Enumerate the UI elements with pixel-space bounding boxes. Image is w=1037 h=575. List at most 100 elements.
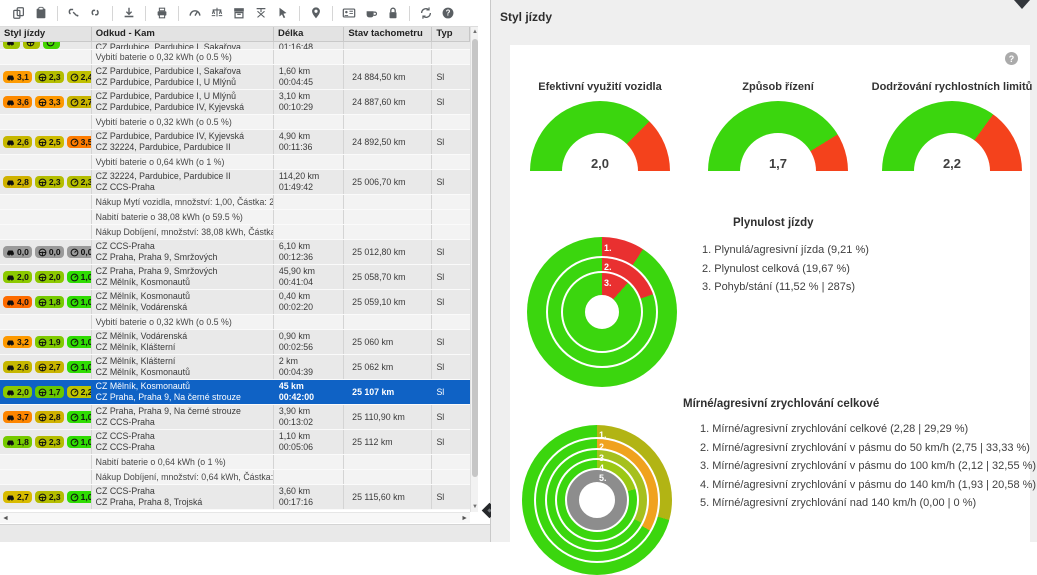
lock-icon[interactable] xyxy=(382,3,404,23)
driving-style-badge: 2,3 xyxy=(35,436,64,448)
trip-distance: 3,90 km xyxy=(279,406,343,417)
route-to: CZ Mělník, Kosmonautů xyxy=(96,367,273,378)
column-header-3[interactable]: Délka xyxy=(274,27,344,41)
horizontal-scrollbar[interactable]: ◄ ► xyxy=(0,512,470,523)
column-header-1[interactable]: Styl jízdy xyxy=(0,27,92,41)
event-row[interactable]: Vybití baterie o 0,32 kWh (o 0.5 %) xyxy=(0,115,470,130)
trip-row[interactable]: 3,63,32,7CZ Pardubice, Pardubice I, U Ml… xyxy=(0,90,470,115)
odometer-cell: 24 887,60 km xyxy=(344,90,432,114)
event-row[interactable]: Nákup Dobíjení, množství: 0,64 kWh, Část… xyxy=(0,470,470,485)
route-cell: CZ CCS-PrahaCZ CCS-Praha xyxy=(92,430,274,454)
column-header-5[interactable]: Typ xyxy=(432,27,470,41)
scales-icon[interactable] xyxy=(206,3,228,23)
trip-row[interactable]: 1,82,31,0CZ CCS-PrahaCZ CCS-Praha1,10 km… xyxy=(0,430,470,455)
collapse-panel-icon[interactable] xyxy=(1014,0,1030,9)
trip-row[interactable]: 0,00,00,0CZ CCS-PrahaCZ Praha, Praha 9, … xyxy=(0,240,470,265)
style-badges-cell: 1,82,31,0 xyxy=(0,430,92,454)
badge-value: 1,0 xyxy=(81,337,92,347)
event-text: Nabití baterie o 38,08 kWh (o 59.5 %) xyxy=(92,210,274,224)
route-to: CZ Mělník, Klášterní xyxy=(96,342,273,353)
signal-mast-icon[interactable] xyxy=(250,3,272,23)
trip-row[interactable]: 2,02,01,0CZ Praha, Praha 9, SmržovýchCZ … xyxy=(0,265,470,290)
trip-distance: 2 km xyxy=(279,356,343,367)
event-row[interactable]: Vybití baterie o 0,32 kWh (o 0.5 %) xyxy=(0,315,470,330)
badge-value: 1,9 xyxy=(49,337,61,347)
trip-distance: 4,90 km xyxy=(279,131,343,142)
trip-row[interactable]: 3,21,91,0CZ Mělník, VodárenskáCZ Mělník,… xyxy=(0,330,470,355)
archive-box-icon[interactable] xyxy=(228,3,250,23)
type-cell: Sl xyxy=(432,430,470,454)
badge-value: 3,7 xyxy=(17,412,29,422)
trip-row[interactable]: CZ Pardubice, Pardubice I, Sakařova 01:16… xyxy=(0,42,470,50)
map-pin-icon[interactable] xyxy=(305,3,327,23)
route-from: CZ Pardubice, Pardubice I, Sakařova xyxy=(96,66,273,77)
column-header-2[interactable]: Odkud - Kam xyxy=(92,27,274,41)
driving-style-badge: 2,6 xyxy=(3,361,32,373)
route-to: CZ Mělník, Kosmonautů xyxy=(96,277,273,288)
trip-row-selected[interactable]: 2,01,72,2CZ Mělník, KosmonautůCZ Praha, … xyxy=(0,380,470,405)
event-row[interactable]: Vybití baterie o 0,32 kWh (o 0.5 %) xyxy=(0,50,470,65)
gauge-chart: 2,0 xyxy=(530,101,670,171)
help-icon[interactable]: ? xyxy=(1005,52,1018,65)
link-add-icon[interactable] xyxy=(63,3,85,23)
driving-style-badge: 1,0 xyxy=(67,436,92,448)
print-icon[interactable] xyxy=(151,3,173,23)
link-icon[interactable] xyxy=(85,3,107,23)
speedometer-icon[interactable] xyxy=(184,3,206,23)
event-row[interactable]: Nákup Dobíjení, množství: 38,08 kWh, Čás… xyxy=(0,225,470,240)
cursor-click-icon[interactable] xyxy=(272,3,294,23)
ring-label: 2. xyxy=(599,442,607,452)
trip-row[interactable]: 2,62,71,0CZ Mělník, KlášterníCZ Mělník, … xyxy=(0,355,470,380)
trip-distance: 3,60 km xyxy=(279,486,343,497)
download-icon[interactable] xyxy=(118,3,140,23)
coffee-cup-icon[interactable] xyxy=(360,3,382,23)
trip-duration: 00:13:02 xyxy=(279,417,343,428)
route-cell: CZ Pardubice, Pardubice I, Sakařova xyxy=(92,42,274,49)
empty-cell xyxy=(0,225,92,239)
empty-cell xyxy=(0,115,92,129)
driving-style-badge: 4,0 xyxy=(3,296,32,308)
help-icon[interactable]: ? xyxy=(437,3,459,23)
trip-row[interactable]: 4,01,81,0CZ Mělník, KosmonautůCZ Mělník,… xyxy=(0,290,470,315)
event-row[interactable]: Vybití baterie o 0,64 kWh (o 1 %) xyxy=(0,155,470,170)
trip-row[interactable]: 2,62,53,5CZ Pardubice, Pardubice IV, Kyj… xyxy=(0,130,470,155)
empty-cell xyxy=(344,155,432,169)
scroll-down-icon[interactable]: ▼ xyxy=(471,503,479,511)
empty-cell xyxy=(432,470,470,484)
event-row[interactable]: Nákup Mytí vozidla, množství: 1,00, Část… xyxy=(0,195,470,210)
driving-style-badge: 0,0 xyxy=(3,246,32,258)
gauge-value: 2,2 xyxy=(882,156,1022,171)
scroll-up-icon[interactable]: ▲ xyxy=(471,28,479,36)
empty-cell xyxy=(432,195,470,209)
sync-settings-icon[interactable] xyxy=(415,3,437,23)
trip-row[interactable]: 2,82,32,3CZ 32224, Pardubice, Pardubice … xyxy=(0,170,470,195)
route-from: CZ Praha, Praha 9, Na černé strouze xyxy=(96,406,273,417)
route-to: CZ Praha, Praha 8, Trojská xyxy=(96,497,273,508)
paste-icon[interactable] xyxy=(30,3,52,23)
scroll-left-icon[interactable]: ◄ xyxy=(2,514,9,523)
copy-icon[interactable] xyxy=(8,3,30,23)
route-from: CZ 32224, Pardubice, Pardubice II xyxy=(96,171,273,182)
length-cell: 4,90 km00:11:36 xyxy=(274,130,344,154)
id-card-icon[interactable] xyxy=(338,3,360,23)
vertical-scrollbar[interactable]: ▲ ▼ xyxy=(470,27,478,512)
trip-duration: 01:16:48 xyxy=(279,42,343,49)
empty-cell xyxy=(344,115,432,129)
length-cell: 6,10 km00:12:36 xyxy=(274,240,344,264)
event-row[interactable]: Nabití baterie o 38,08 kWh (o 59.5 %) xyxy=(0,210,470,225)
length-cell: 01:16:48 xyxy=(274,42,344,49)
badge-value: 1,8 xyxy=(49,297,61,307)
trip-row[interactable]: 3,72,81,0CZ Praha, Praha 9, Na černé str… xyxy=(0,405,470,430)
trip-row[interactable]: 2,72,31,0CZ CCS-PrahaCZ Praha, Praha 8, … xyxy=(0,485,470,510)
column-header-4[interactable]: Stav tachometru xyxy=(344,27,432,41)
scroll-right-icon[interactable]: ► xyxy=(461,514,468,523)
event-row[interactable]: Nabití baterie o 0,64 kWh (o 1 %) xyxy=(0,455,470,470)
style-badges-cell xyxy=(0,42,92,49)
legend-item: 4. Mírné/agresivní zrychlování v pásmu d… xyxy=(700,476,1036,495)
badge-value: 2,3 xyxy=(49,492,61,502)
ring-chart: 1.2.3. xyxy=(527,237,677,387)
ring-label: 2. xyxy=(604,262,612,272)
badge-value: 2,0 xyxy=(17,272,29,282)
trip-row[interactable]: 3,12,32,4CZ Pardubice, Pardubice I, Saka… xyxy=(0,65,470,90)
vertical-scrollbar-thumb[interactable] xyxy=(472,39,478,477)
